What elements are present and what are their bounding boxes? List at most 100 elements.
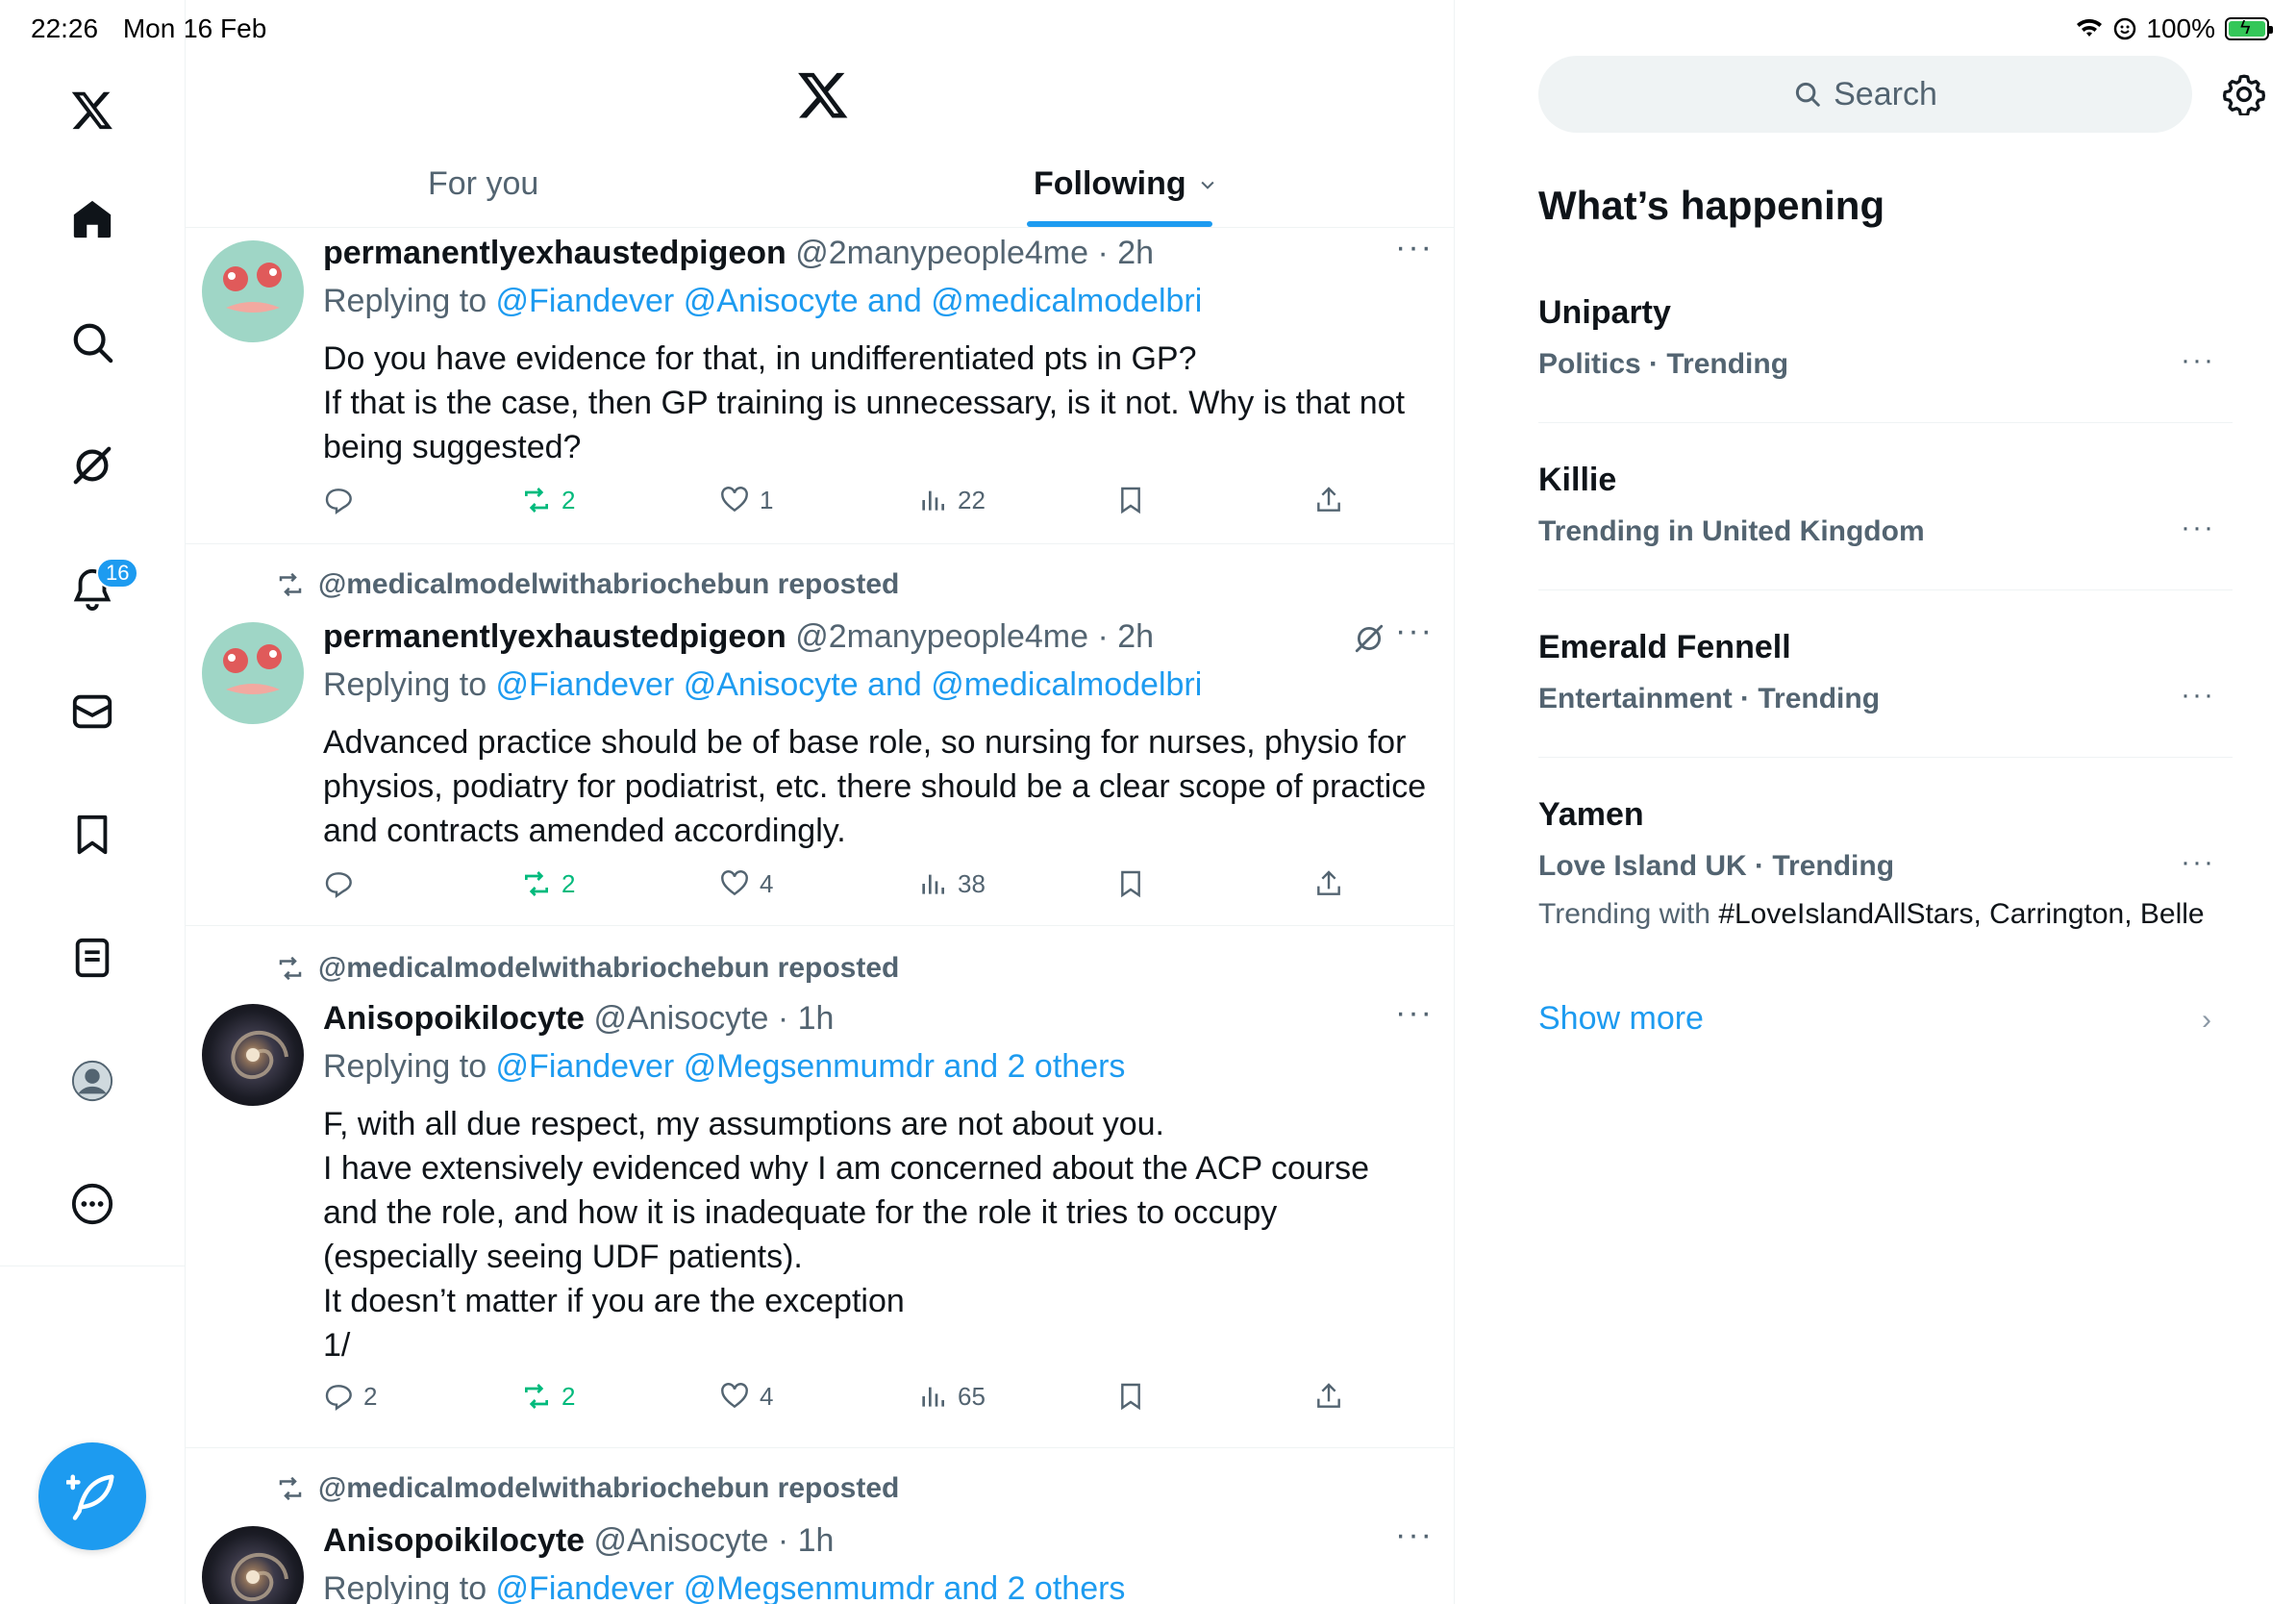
reply-button[interactable]: 2 <box>323 1381 377 1412</box>
more-options-icon[interactable]: ··· <box>2181 344 2215 377</box>
trend-with: Trending with #LoveIslandAllStars, Carri… <box>1538 898 2205 931</box>
tweet-body: Do you have evidence for that, in undiff… <box>323 340 1406 465</box>
like-button[interactable]: 4 <box>719 1381 773 1412</box>
trend-item[interactable]: Uniparty Politics · Trending ··· <box>1538 294 2233 423</box>
share-button[interactable] <box>1313 868 1344 899</box>
more-options-icon[interactable]: ··· <box>2181 679 2215 712</box>
search-icon <box>1796 82 1820 107</box>
trend-name: Killie <box>1538 462 1617 498</box>
tweet[interactable]: @medicalmodelwithabriochebun reposted pe… <box>186 545 1454 926</box>
show-more-link[interactable]: Show more <box>1538 1000 1704 1038</box>
more-options-icon[interactable]: ··· <box>1395 613 1434 650</box>
bookmark-button[interactable] <box>1115 868 1146 899</box>
tweet[interactable]: @medicalmodelwithabriochebun reposted An… <box>186 1449 1454 1604</box>
more-options-icon[interactable]: ··· <box>1395 229 1434 266</box>
views-chart-icon <box>922 874 944 894</box>
more-options-icon[interactable]: ··· <box>1395 994 1434 1032</box>
replying-to-prefix: Replying to <box>323 283 496 319</box>
author-handle-time: @Anisocyte · 1h <box>593 1522 835 1559</box>
more-options-icon[interactable]: ··· <box>1395 1516 1434 1554</box>
search-placeholder: Search <box>1834 75 1937 113</box>
tab-following[interactable]: Following <box>1034 165 1217 203</box>
profile-avatar-icon[interactable] <box>63 1052 121 1110</box>
trend-item[interactable]: Yamen Love Island UK · Trending Trending… <box>1538 796 2233 950</box>
tweet-text: Do you have evidence for that, in undiff… <box>323 337 1429 469</box>
chevron-right-icon: › <box>2202 1004 2211 1036</box>
share-button[interactable] <box>1313 1381 1344 1412</box>
bookmark-button[interactable] <box>1115 1381 1146 1412</box>
bookmark-icon <box>1121 1383 1140 1411</box>
lists-icon[interactable] <box>63 929 121 987</box>
x-logo-icon[interactable] <box>796 67 850 121</box>
avatar[interactable] <box>202 1526 304 1604</box>
whats-happening-title: What’s happening <box>1538 183 1885 228</box>
tweet-actions: 2 4 38 <box>323 868 1429 911</box>
replying-to-links[interactable]: @Fiandever @Anisocyte and @medicalmodelb… <box>496 666 1203 703</box>
reply-button[interactable] <box>323 485 363 515</box>
tab-for-you[interactable]: For you <box>428 165 538 203</box>
replying-to-links[interactable]: @Fiandever @Megsenmumdr and 2 others <box>496 1570 1126 1604</box>
replying-to: Replying to @Fiandever @Anisocyte and @m… <box>323 283 1202 320</box>
battery-icon: ϟ <box>2225 17 2273 40</box>
timeline-tabs: For you Following <box>186 154 1454 228</box>
author-name[interactable]: Anisopoikilocyte <box>323 1522 585 1559</box>
author-name[interactable]: Anisopoikilocyte <box>323 1000 585 1037</box>
like-button[interactable]: 1 <box>719 485 773 515</box>
gear-icon[interactable] <box>2223 73 2265 115</box>
trend-meta: Love Island UK · Trending <box>1538 850 1895 882</box>
repost-button[interactable]: 2 <box>521 1381 575 1412</box>
reposted-by-line: @medicalmodelwithabriochebun reposted <box>276 952 899 985</box>
repost-button[interactable]: 2 <box>521 868 575 899</box>
tweet-header: Anisopoikilocyte @Anisocyte · 1h <box>323 1000 834 1038</box>
views-button[interactable]: 65 <box>917 1381 986 1412</box>
x-logo-icon[interactable] <box>63 81 121 138</box>
trend-meta: Entertainment · Trending <box>1538 683 1881 714</box>
search-icon[interactable] <box>63 313 121 371</box>
like-button[interactable]: 4 <box>719 868 773 899</box>
search-input[interactable]: Search <box>1538 56 2192 133</box>
tweet-body: F, with all due respect, my assumptions … <box>323 1106 1370 1364</box>
trend-meta: Trending in United Kingdom <box>1538 515 1925 547</box>
reposted-by-text[interactable]: @medicalmodelwithabriochebun reposted <box>318 952 899 985</box>
tweet-header: permanentlyexhaustedpigeon @2manypeople4… <box>323 235 1154 272</box>
replying-to-links[interactable]: @Fiandever @Anisocyte and @medicalmodelb… <box>496 283 1203 319</box>
tweet-text: Advanced practice should be of base role… <box>323 720 1429 853</box>
views-chart-icon <box>922 490 944 511</box>
left-nav: 16 <box>0 0 186 1604</box>
like-count: 1 <box>760 485 774 514</box>
avatar[interactable] <box>202 622 304 724</box>
reposted-by-line: @medicalmodelwithabriochebun reposted <box>276 568 899 601</box>
reply-button[interactable] <box>323 868 363 899</box>
heart-icon <box>721 870 748 896</box>
more-options-icon[interactable]: ··· <box>2181 512 2215 544</box>
repost-button[interactable]: 2 <box>521 485 575 515</box>
avatar[interactable] <box>202 240 304 342</box>
replying-to-links[interactable]: @Fiandever @Megsenmumdr and 2 others <box>496 1048 1126 1085</box>
share-button[interactable] <box>1313 485 1344 515</box>
messages-icon[interactable] <box>63 683 121 740</box>
tweet[interactable]: permanentlyexhaustedpigeon @2manypeople4… <box>186 229 1454 544</box>
author-name[interactable]: permanentlyexhaustedpigeon <box>323 618 786 655</box>
reposted-by-text[interactable]: @medicalmodelwithabriochebun reposted <box>318 568 899 601</box>
chevron-down-icon <box>1201 181 1214 189</box>
grok-icon[interactable] <box>1353 622 1385 655</box>
compose-post-button[interactable] <box>38 1442 146 1550</box>
views-button[interactable]: 38 <box>917 868 986 899</box>
more-options-icon[interactable] <box>63 1175 121 1233</box>
repost-icon <box>279 572 302 597</box>
grok-icon[interactable] <box>63 437 121 494</box>
more-options-icon[interactable]: ··· <box>2181 846 2215 879</box>
trend-item[interactable]: Killie Trending in United Kingdom ··· <box>1538 462 2233 590</box>
home-icon[interactable] <box>63 190 121 248</box>
bookmark-button[interactable] <box>1115 485 1146 515</box>
views-button[interactable]: 22 <box>917 485 986 515</box>
trend-item[interactable]: Emerald Fennell Entertainment · Trending… <box>1538 629 2233 758</box>
author-handle-time: @2manypeople4me · 2h <box>795 235 1155 271</box>
views-count: 38 <box>958 868 986 898</box>
avatar[interactable] <box>202 1004 304 1106</box>
bookmarks-icon[interactable] <box>63 806 121 864</box>
trend-with-prefix: Trending with <box>1538 898 1719 930</box>
tweet[interactable]: @medicalmodelwithabriochebun reposted An… <box>186 927 1454 1448</box>
reposted-by-text[interactable]: @medicalmodelwithabriochebun reposted <box>318 1472 899 1505</box>
author-name[interactable]: permanentlyexhaustedpigeon <box>323 235 786 271</box>
